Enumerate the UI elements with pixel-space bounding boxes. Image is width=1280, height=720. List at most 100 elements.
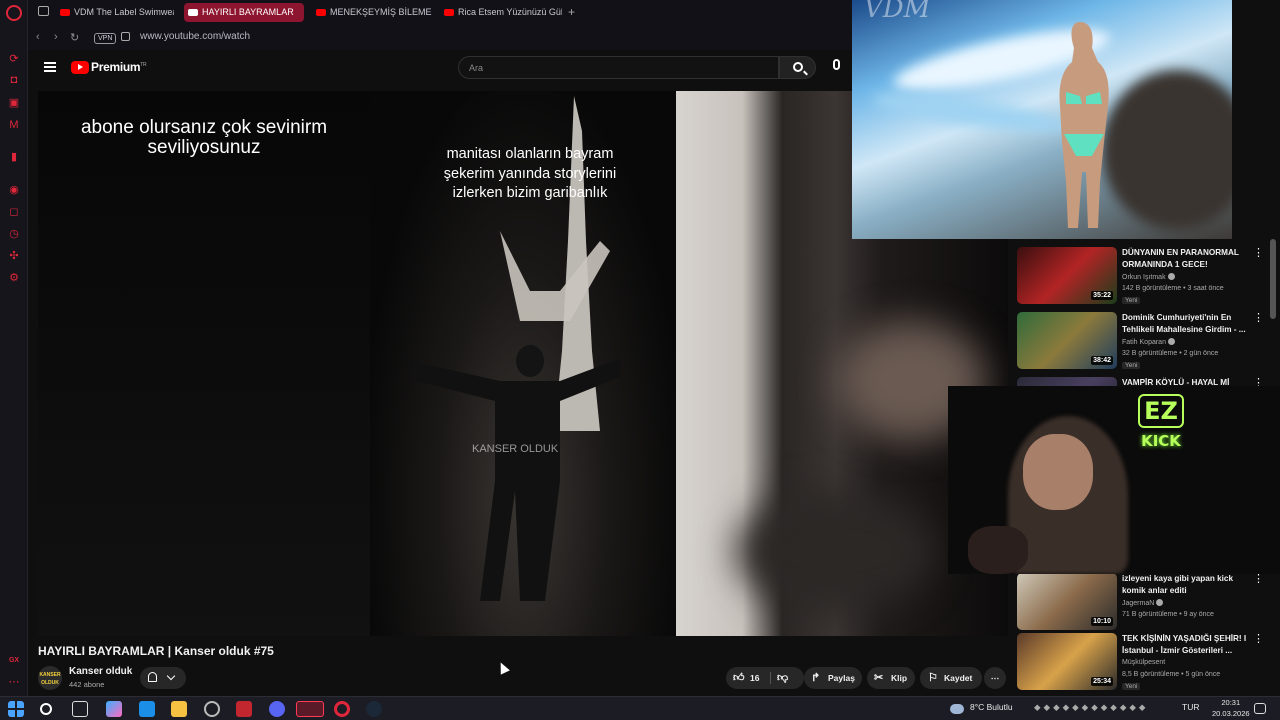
bag-icon[interactable]: ◘ [7,73,21,87]
system-tray-icons[interactable]: ◆◆◆◆◆◆◆◆◆◆◆◆ [1034,702,1148,713]
task-view-icon[interactable] [72,701,88,717]
voicemod-icon[interactable] [236,701,252,717]
lock-icon[interactable] [121,32,130,41]
copilot-icon[interactable] [106,701,122,717]
twitch-icon[interactable]: ▮ [7,150,21,164]
more-vert-icon[interactable]: ⋮ [1253,573,1264,585]
thumbs-down-icon[interactable]: 👎︎ [777,667,788,689]
refresh-icon[interactable]: ⟳ [7,52,21,66]
keyboard-language[interactable]: TUR [1182,702,1199,712]
crowd-blur [1102,70,1232,230]
list-item[interactable]: 25:34 TEK KİŞİNİN YAŞADIĞI ŞEHİR! I İsta… [1017,633,1279,695]
clock[interactable]: 20:31 20.03.2026 [1212,697,1250,719]
save-button[interactable]: ⚐ Kaydet [920,667,982,689]
search-taskbar-icon[interactable] [40,703,52,715]
video-thumbnail[interactable]: 10:10 [1017,573,1117,630]
new-badge: Yeni [1122,683,1141,690]
player-icon[interactable]: ◉ [7,183,21,197]
rec-title[interactable]: DÜNYANIN EN PARANORMAL ORMANINDA 1 GECE! [1122,247,1257,271]
opera-gx-taskbar-icon[interactable] [296,701,324,717]
rec-meta: 8,5 B görüntüleme • 5 gün önce [1122,671,1221,678]
more-actions-button[interactable]: ⋯ [984,667,1006,689]
tab-label: VDM The Label Swimwear [74,7,174,17]
history-icon[interactable]: ◷ [7,227,21,241]
date-text: 20.03.2026 [1212,709,1250,718]
messenger-icon[interactable]: ▣ [7,96,21,110]
forward-icon[interactable]: › [54,31,58,43]
back-icon[interactable]: ‹ [36,31,40,43]
video-left-panel [38,91,370,636]
weather-text[interactable]: 8°C Bulutlu [970,702,1013,712]
list-item[interactable]: 35:22 DÜNYANIN EN PARANORMAL ORMANINDA 1… [1017,247,1279,309]
hamburger-menu-icon[interactable] [44,62,56,72]
opera-icon[interactable] [334,701,350,717]
youtube-premium-logo[interactable]: PremiumTR [91,60,147,74]
file-explorer-icon[interactable] [171,701,187,717]
clock-app-icon[interactable] [204,701,220,717]
tab-3[interactable]: MENEKŞEYMİŞ BİLEMEM [312,3,432,22]
channel-avatar[interactable]: KANSER OLDUK [38,666,62,690]
rec-channel[interactable]: Orkun Işıtmak [1122,273,1175,281]
youtube-favicon-icon [316,9,326,16]
tab-overview-icon[interactable] [38,6,49,16]
bookmark-icon[interactable]: ◻ [7,205,21,219]
reload-icon[interactable]: ↻ [70,31,79,44]
youtube-logo-icon[interactable] [71,61,89,74]
rec-meta: 71 B görüntüleme • 9 ay önce [1122,611,1214,618]
vpn-badge[interactable]: VPN [94,33,117,44]
url-text[interactable]: www.youtube.com/watch [140,31,250,42]
verified-icon [1167,273,1175,280]
channel-name[interactable]: Kanser olduk [69,666,132,677]
video-thumbnail[interactable]: 25:34 [1017,633,1117,690]
duration-badge: 25:34 [1091,677,1113,686]
rec-title[interactable]: TEK KİŞİNİN YAŞADIĞI ŞEHİR! I İstanbul -… [1122,633,1257,657]
settings-icon[interactable]: ⚙ [7,271,21,285]
rec-meta: 32 B görüntüleme • 2 gün önce [1122,350,1219,357]
tab-label: Rica Etsem Yüzünüzü Gül [458,7,562,17]
like-count[interactable]: 16 [750,667,759,689]
rec-channel[interactable]: Müşkülpesent [1122,659,1165,666]
edge-icon[interactable] [139,701,155,717]
search-input[interactable] [458,56,779,79]
rec-channel[interactable]: JagermaN [1122,599,1164,607]
ez-kick-sign: EZ KICK [1124,394,1198,464]
extensions-icon[interactable]: ✣ [7,249,21,263]
rec-title[interactable]: izleyeni kaya gibi yapan kick komik anla… [1122,573,1257,597]
recommendations-scrollbar[interactable] [1270,239,1276,319]
video-thumbnail[interactable]: 38:42 [1017,312,1117,369]
video-thumbnail[interactable]: 35:22 [1017,247,1117,304]
tab-4[interactable]: Rica Etsem Yüzünüzü Gül [440,3,562,22]
start-icon[interactable] [8,701,24,717]
more-vert-icon[interactable]: ⋮ [1253,633,1264,645]
search-button[interactable] [779,56,816,79]
new-tab-plus-icon[interactable]: + [568,5,575,19]
divider [770,672,771,684]
microphone-icon[interactable] [833,59,840,70]
notifications-icon[interactable] [1254,703,1266,714]
fashion-show-overlay: VDM [852,0,1232,239]
tab-1[interactable]: VDM The Label Swimwear [56,3,174,22]
rec-channel[interactable]: Fatih Koparan [1122,338,1175,346]
blur-blob [736,491,936,611]
more-vert-icon[interactable]: ⋮ [1253,312,1264,324]
windows-taskbar: 8°C Bulutlu ◆◆◆◆◆◆◆◆◆◆◆◆ TUR 20:31 20.03… [0,696,1280,720]
duration-badge: 35:22 [1091,291,1113,300]
save-label: Kaydet [944,673,973,683]
clip-button[interactable]: ✂ Klip [867,667,915,689]
rec-title[interactable]: Dominik Cumhuriyeti'nin En Tehlikeli Mah… [1122,312,1257,336]
more-icon[interactable]: ⋯ [7,675,21,689]
more-vert-icon[interactable]: ⋮ [1253,247,1264,259]
thumbs-up-icon[interactable]: 👍︎ [733,667,745,689]
gx-label: GX [8,657,20,664]
opera-logo-icon[interactable] [6,5,22,21]
notification-bell-button[interactable] [140,667,186,689]
discord-icon[interactable] [269,701,285,717]
mail-icon[interactable]: M [7,118,21,132]
video-caption-left: abone olursanız çok sevinirm seviliyosun… [80,117,328,158]
steam-icon[interactable] [366,701,382,717]
tab-2-active[interactable]: HAYIRLI BAYRAMLAR [184,3,304,22]
list-item[interactable]: 10:10 izleyeni kaya gibi yapan kick komi… [1017,573,1279,635]
share-button[interactable]: ↱ Paylaş [804,667,862,689]
address-bar: ‹ › ↻ VPN www.youtube.com/watch [28,25,852,50]
list-item[interactable]: 38:42 Dominik Cumhuriyeti'nin En Tehlike… [1017,312,1279,374]
